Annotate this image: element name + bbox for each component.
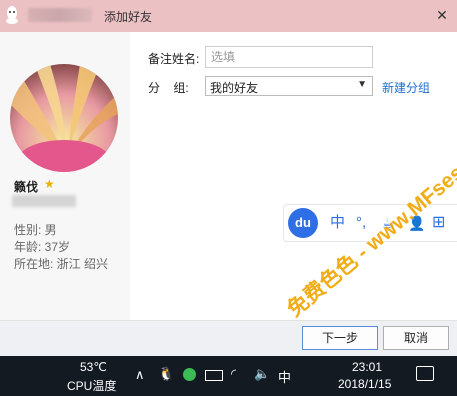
nickname: 籁伐 — [14, 180, 39, 194]
location-info: 所在地: 浙江 绍兴 — [14, 257, 109, 271]
qq-tray-icon[interactable]: 🐧 — [158, 366, 174, 382]
ime-menu-icon[interactable]: ⊞ — [432, 213, 445, 233]
clock-date[interactable]: 2018/1/15 — [338, 377, 391, 391]
ime-chinese-toggle[interactable]: 中 — [330, 213, 345, 233]
window-title: 添加好友 — [104, 10, 153, 24]
qq-logo-icon — [6, 6, 18, 24]
group-label: 分 组: — [148, 81, 189, 95]
chevron-down-icon: ▼ — [357, 79, 367, 90]
remark-input[interactable] — [205, 46, 373, 68]
baidu-ime-icon[interactable]: du — [288, 208, 318, 238]
chevron-up-icon[interactable]: ∧ — [135, 367, 145, 383]
close-button[interactable]: ✕ — [433, 6, 451, 24]
blurred-id — [12, 195, 76, 207]
volume-icon[interactable]: 🔈 — [254, 366, 270, 382]
next-button[interactable]: 下一步 — [302, 326, 378, 350]
notification-icon[interactable] — [416, 366, 434, 381]
remark-label: 备注姓名: — [148, 52, 200, 66]
star-icon: ★ — [44, 177, 55, 191]
new-group-link[interactable]: 新建分组 — [382, 79, 430, 96]
group-select-value: 我的好友 — [210, 81, 259, 95]
cpu-temp: 53℃ — [80, 360, 107, 374]
input-lang-indicator[interactable]: 中 — [278, 367, 291, 386]
taskbar: 53℃ CPU温度 ∧ 🐧 ◜ 🔈 中 23:01 2018/1/15 — [0, 356, 457, 396]
wifi-icon[interactable]: ◜ — [231, 366, 236, 382]
blurred-account — [28, 8, 92, 22]
cpu-temp-label: CPU温度 — [67, 379, 117, 393]
clock-time[interactable]: 23:01 — [352, 360, 382, 374]
app-tray-icon[interactable] — [183, 368, 196, 381]
battery-icon[interactable] — [205, 370, 223, 381]
cancel-button[interactable]: 取消 — [383, 326, 449, 350]
group-select[interactable]: 我的好友 ▼ — [205, 76, 373, 96]
avatar-image — [10, 64, 118, 172]
gender-info: 性别: 男 — [14, 223, 57, 237]
avatar — [10, 64, 118, 172]
age-info: 年龄: 37岁 — [14, 240, 71, 254]
title-bar: 添加好友 ✕ — [0, 0, 457, 32]
